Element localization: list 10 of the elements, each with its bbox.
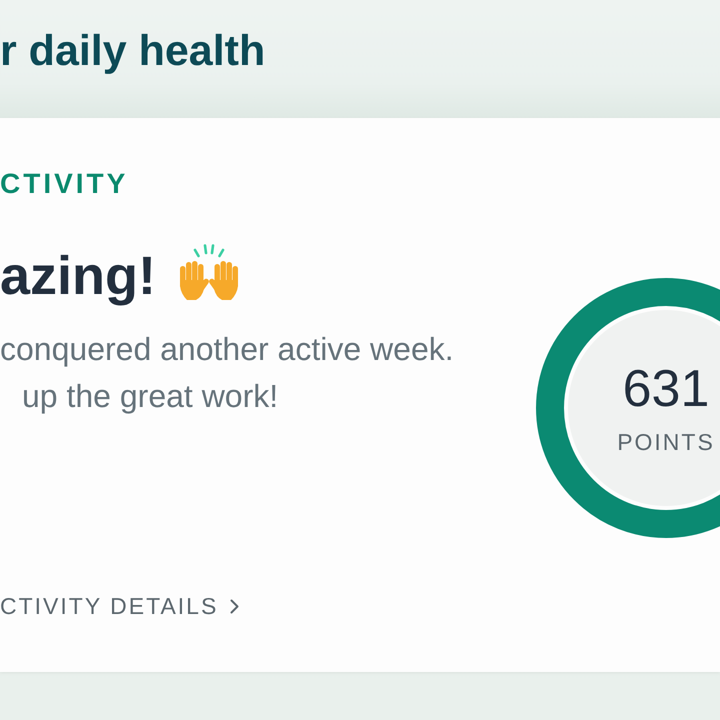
points-unit: POINTS [617,429,715,455]
page-title: r daily health [0,26,266,76]
chevron-right-icon [230,598,240,614]
raised-hands-icon [178,244,240,300]
activity-details-link[interactable]: CTIVITY DETAILS [0,592,240,620]
points-value: 631 [622,361,710,417]
message-text: up the great work! [22,377,278,416]
message-text: conquered another active week. [0,330,454,369]
headline-text: azing! [0,246,156,306]
section-label: CTIVITY [0,168,128,200]
